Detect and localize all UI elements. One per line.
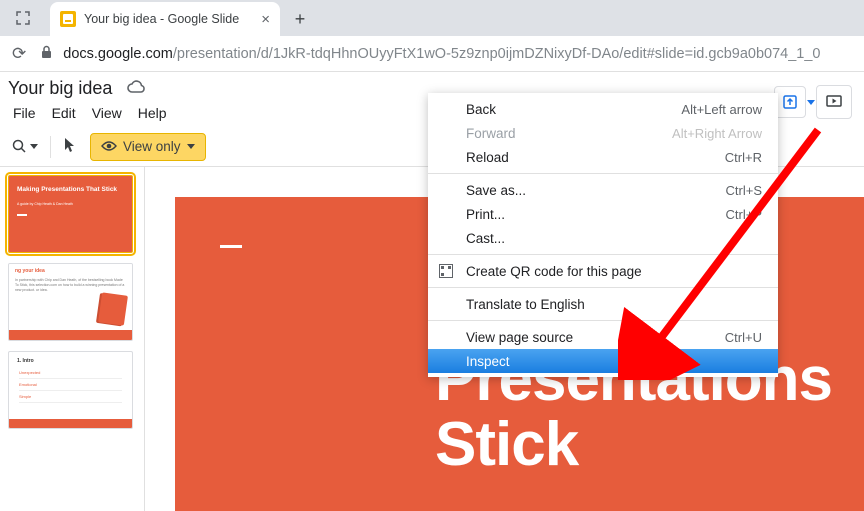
context-menu-shortcut: Ctrl+U [725,330,762,345]
chevron-down-icon [187,144,195,149]
context-menu-divider [428,254,778,255]
context-menu-label: Forward [466,126,516,141]
context-menu-shortcut: Alt+Left arrow [681,102,762,117]
slide-thumb-3[interactable]: 1. Intro Unexpected Emotional Simple [8,351,133,429]
context-menu-label: Translate to English [466,297,585,312]
dropdown-icon [807,100,815,105]
context-menu-divider [428,320,778,321]
zoom-dropdown[interactable] [6,135,44,158]
context-menu-forward: Forward Alt+Right Arrow [428,121,778,145]
context-menu-shortcut: Ctrl+S [726,183,762,198]
context-menu-inspect[interactable]: Inspect [428,349,778,373]
slide-thumb-2[interactable]: ng your idea In partnership with Chip an… [8,263,133,341]
address-bar: ⟳ docs.google.com/presentation/d/1JkR-td… [0,36,864,72]
context-menu-shortcut: Ctrl+P [726,207,762,222]
slide-accent-bar [220,245,242,248]
context-menu-label: View page source [466,330,573,345]
menu-edit[interactable]: Edit [45,103,83,123]
document-title[interactable]: Your big idea [4,76,116,101]
lock-icon[interactable] [40,45,53,62]
browser-tab-strip: Your big idea - Google Slide × + [0,0,864,36]
list-item: Emotional [19,379,122,391]
context-menu-shortcut: Ctrl+R [725,150,762,165]
url-path: /presentation/d/1JkR-tdqHhnOUyyFtX1wO-5z… [173,46,821,62]
reload-button[interactable]: ⟳ [8,40,30,68]
thumb-heading: ng your idea [9,264,132,278]
tab-close-icon[interactable]: × [261,11,270,28]
context-menu-label: Create QR code for this page [466,264,642,279]
context-menu-viewsrc[interactable]: View page source Ctrl+U [428,325,778,349]
list-item: Unexpected [19,367,122,379]
thumb-footer [9,419,132,428]
present-button[interactable] [816,85,852,119]
context-menu-label: Back [466,102,496,117]
context-menu-saveas[interactable]: Save as... Ctrl+S [428,178,778,202]
eye-icon [101,139,117,155]
context-menu-back[interactable]: Back Alt+Left arrow [428,97,778,121]
thumb-heading: 1. Intro [9,352,132,367]
list-item: Simple [19,391,122,403]
context-menu-label: Inspect [466,354,510,369]
new-tab-button[interactable]: + [286,5,314,33]
select-tool[interactable] [57,133,84,161]
cloud-saved-icon[interactable] [126,79,146,99]
slide-title-line2: Stick [435,412,832,477]
share-button[interactable] [774,86,806,118]
thumb-footer [9,330,132,340]
thumb-subtitle: A guide by Chip Heath & Dan Heath [9,194,132,206]
thumb-list: Unexpected Emotional Simple [9,367,132,403]
context-menu-label: Cast... [466,231,505,246]
view-only-label: View only [123,139,181,154]
context-menu-label: Save as... [466,183,526,198]
context-menu-label: Print... [466,207,505,222]
separator [50,136,51,158]
context-menu-label: Reload [466,150,509,165]
thumb-accent [17,214,27,216]
context-menu-divider [428,173,778,174]
url-text[interactable]: docs.google.com/presentation/d/1JkR-tdqH… [63,46,820,62]
context-menu-cast[interactable]: Cast... [428,226,778,250]
film-strip[interactable]: Making Presentations That Stick A guide … [0,167,145,511]
slides-favicon-icon [60,11,76,27]
context-menu-shortcut: Alt+Right Arrow [672,126,762,141]
menu-view[interactable]: View [85,103,129,123]
menu-help[interactable]: Help [131,103,174,123]
book-image-icon [98,292,128,325]
context-menu-print[interactable]: Print... Ctrl+P [428,202,778,226]
context-menu-translate[interactable]: Translate to English [428,292,778,316]
chevron-down-icon [30,144,38,149]
tab-title: Your big idea - Google Slide [84,12,239,26]
thumb-title: Making Presentations That Stick [9,176,132,194]
context-menu-divider [428,287,778,288]
browser-tab[interactable]: Your big idea - Google Slide × [50,2,280,36]
qr-code-icon [438,263,454,279]
expand-icon[interactable] [0,0,46,36]
view-only-button[interactable]: View only [90,133,206,161]
context-menu: Back Alt+Left arrow Forward Alt+Right Arrow… [428,93,778,377]
url-host: docs.google.com [63,46,173,62]
context-menu-qr[interactable]: Create QR code for this page [428,259,778,283]
context-menu-reload[interactable]: Reload Ctrl+R [428,145,778,169]
menu-file[interactable]: File [6,103,43,123]
menu-bar: File Edit View Help [4,101,174,127]
slide-thumb-1[interactable]: Making Presentations That Stick A guide … [8,175,133,253]
thumb-body: In partnership with Chip and Dan Heath, … [9,278,132,293]
